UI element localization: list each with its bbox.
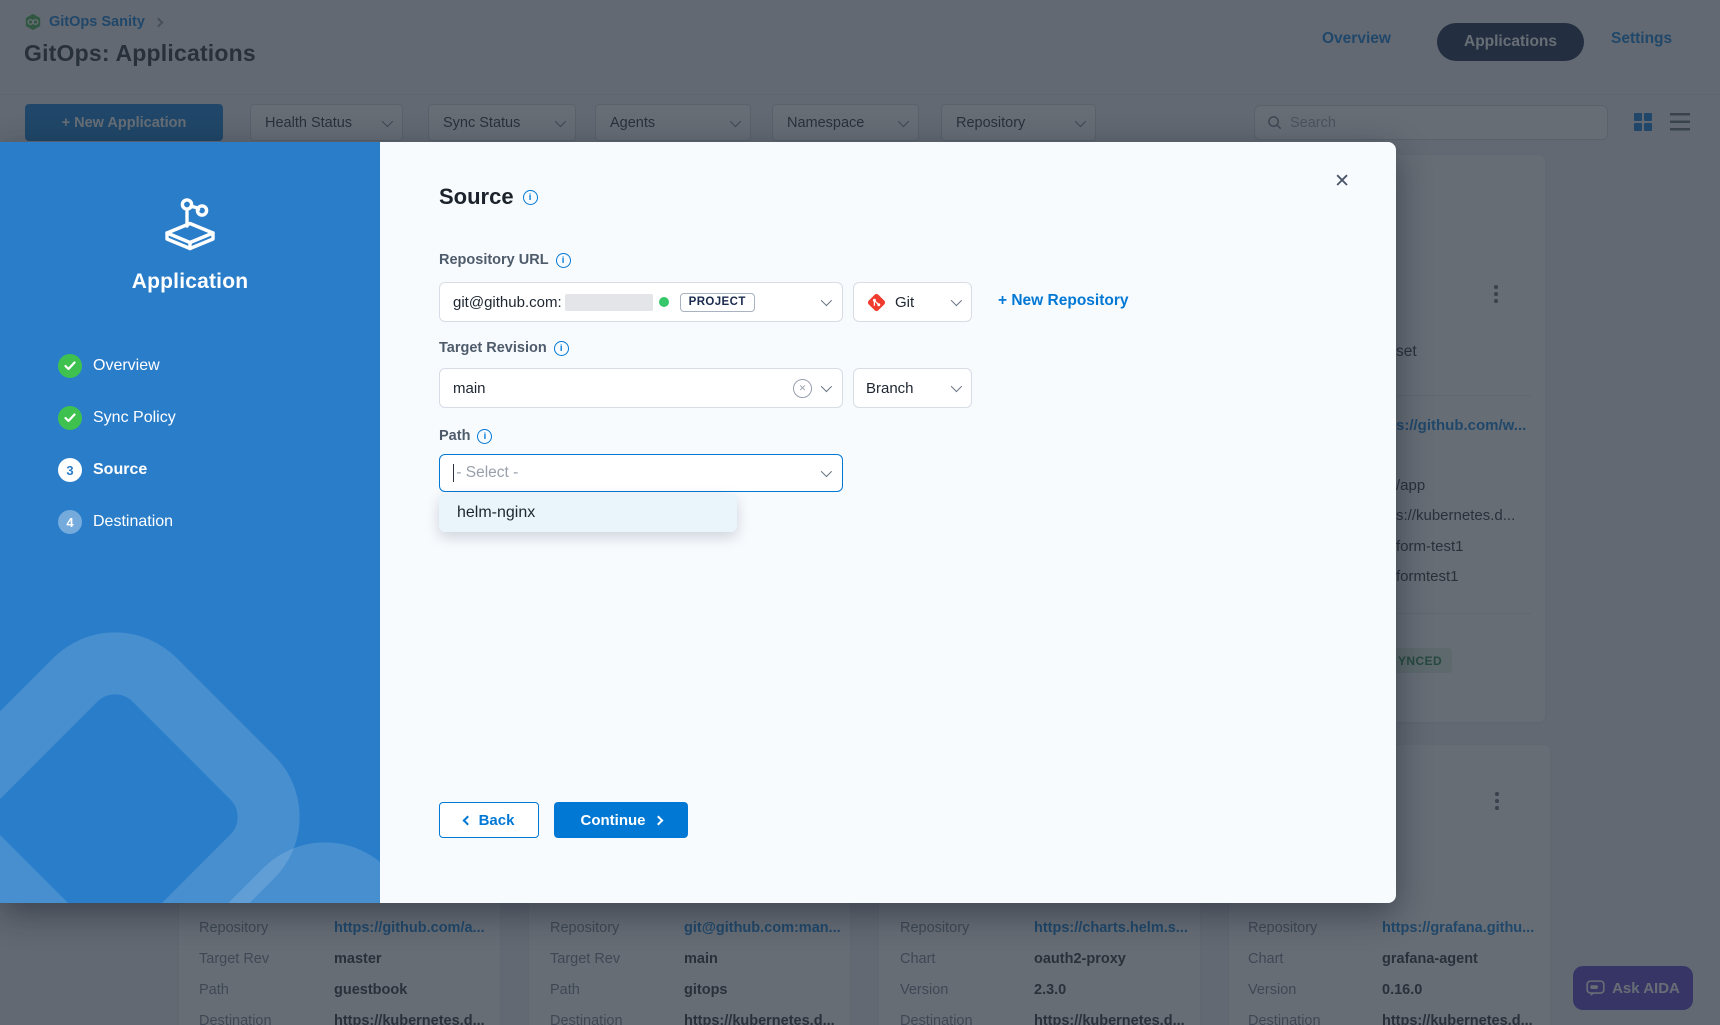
git-icon [866, 292, 887, 313]
info-icon[interactable]: i [523, 190, 538, 205]
new-application-wizard-modal: Application Overview Sync Policy 3 Sourc… [0, 142, 1396, 903]
harness-watermark-logo [0, 572, 380, 903]
target-revision-input[interactable]: main ✕ [439, 368, 843, 408]
check-circle-icon [58, 354, 82, 378]
chevron-down-icon [821, 381, 832, 392]
revision-type-select[interactable]: Branch [853, 368, 972, 408]
close-icon[interactable]: ✕ [1334, 172, 1350, 191]
project-scope-badge: PROJECT [680, 293, 755, 312]
step-label: Source [93, 461, 147, 479]
chevron-down-icon [951, 295, 962, 306]
repo-type-select[interactable]: Git [853, 282, 972, 322]
chevron-down-icon [951, 381, 962, 392]
check-circle-icon [58, 406, 82, 430]
step-label: Destination [93, 513, 173, 531]
step-number: 3 [58, 458, 82, 482]
continue-button[interactable]: Continue [554, 802, 688, 838]
chevron-left-icon [462, 815, 472, 825]
info-icon[interactable]: i [554, 341, 569, 356]
connected-status-dot [659, 297, 669, 307]
target-revision-label: Target Revision [439, 340, 547, 356]
revision-type-value: Branch [866, 380, 914, 397]
repository-url-value: git@github.com: [453, 294, 562, 311]
back-label: Back [479, 812, 515, 829]
path-options-dropdown: helm-nginx [439, 494, 737, 532]
source-heading: Source [439, 184, 514, 210]
path-option[interactable]: helm-nginx [439, 494, 737, 532]
step-destination[interactable]: 4 Destination [58, 510, 173, 534]
info-icon[interactable]: i [477, 429, 492, 444]
application-box-icon [157, 192, 223, 254]
text-cursor [453, 464, 454, 482]
step-number: 4 [58, 510, 82, 534]
path-input[interactable]: - Select - [439, 454, 843, 492]
step-source[interactable]: 3 Source [58, 458, 147, 482]
repository-url-label: Repository URL [439, 252, 549, 268]
wizard-title: Application [0, 270, 380, 294]
chevron-down-icon [821, 466, 832, 477]
clear-icon[interactable]: ✕ [793, 379, 812, 398]
back-button[interactable]: Back [439, 802, 539, 838]
wizard-sidebar: Application Overview Sync Policy 3 Sourc… [0, 142, 380, 903]
wizard-content: Source i ✕ Repository URL i git@github.c… [380, 142, 1396, 903]
redacted-text [565, 294, 653, 311]
step-label: Overview [93, 357, 160, 375]
chevron-down-icon [821, 295, 832, 306]
repo-type-value: Git [895, 294, 914, 311]
new-repository-link[interactable]: + New Repository [998, 292, 1129, 310]
repository-url-input[interactable]: git@github.com: PROJECT [439, 282, 843, 322]
chevron-right-icon [653, 815, 663, 825]
target-revision-value: main [453, 380, 486, 397]
step-label: Sync Policy [93, 409, 176, 427]
info-icon[interactable]: i [556, 253, 571, 268]
step-sync-policy[interactable]: Sync Policy [58, 406, 176, 430]
path-label: Path [439, 428, 470, 444]
path-placeholder: - Select - [456, 464, 518, 482]
continue-label: Continue [581, 812, 646, 829]
step-overview[interactable]: Overview [58, 354, 160, 378]
